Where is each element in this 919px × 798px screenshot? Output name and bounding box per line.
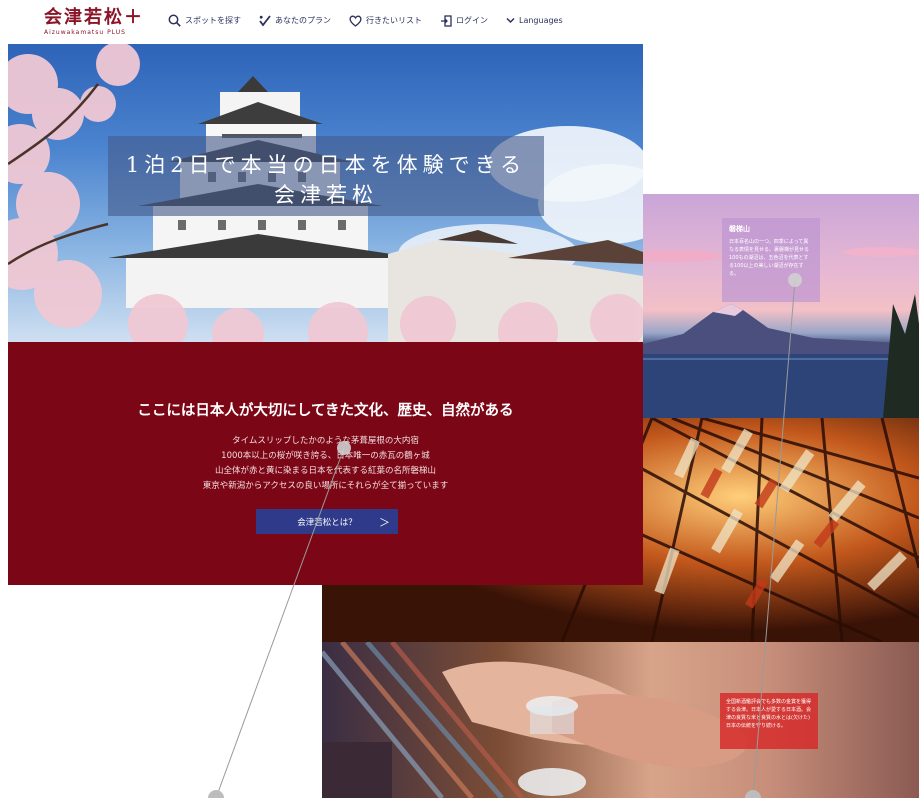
intro-line-1: タイムスリップしたかのような茅葺屋根の大内宿	[232, 436, 419, 446]
nav-languages[interactable]: Languages	[506, 16, 563, 25]
sake-scene	[322, 642, 748, 798]
main-nav: スポットを探す あなたのプラン 行きたいリスト ログイン Languages	[168, 14, 563, 27]
hero-title-box: 1泊2日で本当の日本を体験できる 会津若松	[108, 136, 544, 216]
nav-wishlist-label: 行きたいリスト	[366, 16, 422, 25]
sake-pouring-photo: 全国新酒鑑評会でも多数の金賞を獲得する会津。日本人が愛する日本酒。会津の良質な米…	[322, 642, 919, 798]
bandai-mountain-photo: 磐梯山 日本百名山の一つ。四季によって異なる表情を見せる。裏磐梯が見せる100も…	[643, 194, 919, 418]
nav-your-plan[interactable]: あなたのプラン	[259, 14, 331, 27]
nav-languages-label: Languages	[519, 16, 563, 25]
hero-title-line-2: 会津若松	[274, 183, 378, 207]
hero-castle-image: 1泊2日で本当の日本を体験できる 会津若松	[8, 44, 643, 342]
intro-line-4: 東京や新潟からアクセスの良い場所にそれらが全て揃っています	[202, 481, 449, 491]
intro-heading: ここには日本人が大切にしてきた文化、歴史、自然がある	[137, 403, 514, 419]
nav-your-plan-label: あなたのプラン	[275, 16, 331, 25]
mountain-caption-title: 磐梯山	[729, 225, 750, 233]
sake-caption-text: 全国新酒鑑評会でも多数の金賞を獲得する会津。日本人が愛する日本酒。会津の良質な米…	[726, 699, 812, 729]
logo-subtitle: Aizuwakamatsu PLUS	[44, 29, 126, 36]
logo-text: 会津若松＋	[44, 7, 144, 28]
nav-login-label: ログイン	[456, 16, 488, 25]
heart-icon	[349, 15, 362, 27]
site-logo[interactable]: 会津若松＋ Aizuwakamatsu PLUS	[44, 7, 144, 37]
sake-caption-box: 全国新酒鑑評会でも多数の金賞を獲得する会津。日本人が愛する日本酒。会津の良質な米…	[720, 693, 818, 749]
about-button-label: 会津若松とは？	[297, 517, 357, 528]
nav-search-spots-label: スポットを探す	[185, 16, 241, 25]
intro-line-2: 1000本以上の桜が咲き誇る、日本唯一の赤瓦の鶴ヶ城	[221, 451, 430, 461]
mountain-caption-box: 磐梯山 日本百名山の一つ。四季によって異なる表情を見せる。裏磐梯が見せる100も…	[722, 218, 820, 302]
chevron-down-icon	[506, 17, 515, 24]
annotation-dot-bottom-left	[208, 790, 224, 798]
nav-wishlist[interactable]: 行きたいリスト	[349, 15, 422, 27]
hero-title-line-1: 1泊2日で本当の日本を体験できる	[125, 153, 527, 177]
plan-icon	[259, 14, 271, 26]
mountain-caption-text: 日本百名山の一つ。四季によって異なる表情を見せる。裏磐梯が見せる100もの湖沼は…	[729, 239, 810, 277]
nav-search-spots[interactable]: スポットを探す	[168, 14, 241, 27]
site-header: 会津若松＋ Aizuwakamatsu PLUS スポットを探す あなたのプラン…	[0, 0, 919, 44]
intro-band: ここには日本人が大切にしてきた文化、歴史、自然がある タイムスリップしたかのよう…	[8, 342, 643, 585]
hero-title: 1泊2日で本当の日本を体験できる 会津若松	[108, 150, 544, 210]
about-aizuwakamatsu-button[interactable]: 会津若松とは？ ＞	[256, 509, 398, 534]
chevron-right-icon: ＞	[379, 516, 390, 529]
intro-text: タイムスリップしたかのような茅葺屋根の大内宿 1000本以上の桜が咲き誇る、日本…	[8, 434, 643, 494]
search-icon	[168, 14, 181, 27]
login-icon	[441, 14, 452, 27]
nav-login[interactable]: ログイン	[440, 14, 488, 27]
intro-line-3: 山全体が赤と黄に染まる日本を代表する紅葉の名所磐梯山	[214, 466, 436, 476]
